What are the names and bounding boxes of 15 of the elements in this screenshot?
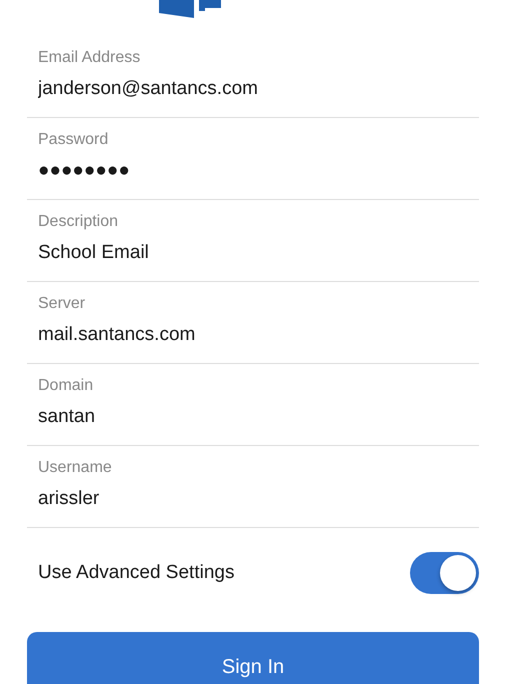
field-label: Password — [38, 130, 110, 150]
setting-label: Use Advanced Settings — [38, 562, 234, 584]
sign-in-button[interactable]: Sign In — [27, 632, 479, 684]
field-label: Username — [38, 458, 113, 478]
logo-icon — [159, 0, 223, 18]
input-field[interactable]: mail.santancs.com — [38, 320, 468, 350]
field-label: Server — [38, 294, 86, 314]
toggle-switch[interactable] — [410, 552, 479, 594]
field-label: Description — [38, 212, 120, 232]
input-field[interactable]: ●●●●●●●● — [38, 156, 468, 186]
input-field[interactable]: santan — [38, 402, 468, 432]
field-label: Email Address — [38, 48, 142, 68]
field-label: Domain — [38, 376, 94, 396]
input-field[interactable]: arissler — [38, 484, 468, 514]
input-field[interactable]: School Email — [38, 238, 468, 268]
